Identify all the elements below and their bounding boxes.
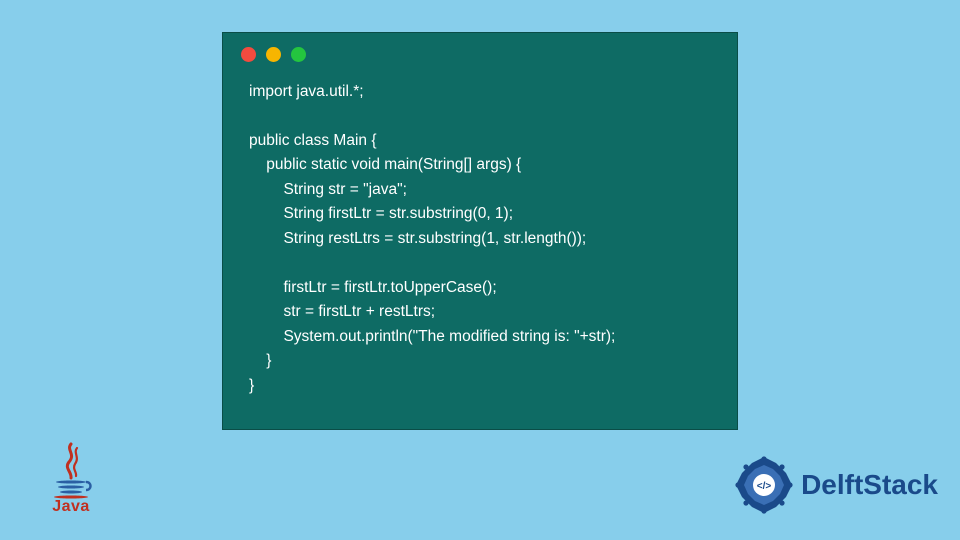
code-window: import java.util.*; public class Main { …	[222, 32, 738, 430]
delftstack-logo-label: DelftStack	[801, 469, 938, 501]
delftstack-badge-icon: </>	[733, 454, 795, 516]
minimize-dot-icon	[266, 47, 281, 62]
java-cup-icon	[46, 442, 96, 500]
java-logo: Java	[40, 442, 102, 522]
delftstack-logo: </> DelftStack	[733, 454, 938, 516]
maximize-dot-icon	[291, 47, 306, 62]
svg-text:</>: </>	[757, 481, 772, 492]
close-dot-icon	[241, 47, 256, 62]
java-logo-label: Java	[52, 498, 90, 516]
code-block: import java.util.*; public class Main { …	[223, 70, 737, 414]
window-traffic-lights	[223, 33, 737, 70]
